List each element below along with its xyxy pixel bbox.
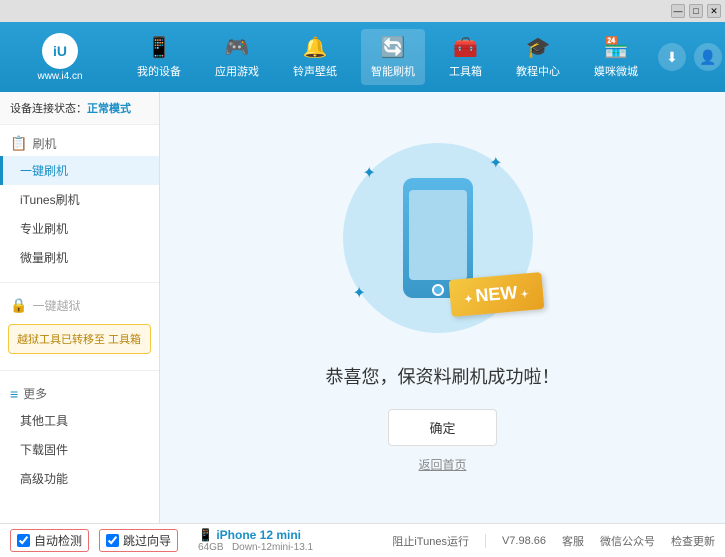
close-btn[interactable]: ✕ [707, 4, 721, 18]
app-game-icon: 🎮 [225, 35, 250, 60]
sidebar-item-download-firmware[interactable]: 下载固件 [0, 435, 159, 464]
sidebar-item-pro-flash[interactable]: 专业刷机 [0, 214, 159, 243]
tutorial-label: 教程中心 [516, 63, 560, 79]
download-icon-btn[interactable]: ⬇ [658, 43, 686, 71]
sidebar-item-other-tools[interactable]: 其他工具 [0, 406, 159, 435]
success-text: 恭喜您，保资料刷机成功啦！ [326, 363, 560, 389]
device-version: Down-12mini-13.1 [232, 542, 313, 553]
flash-section-icon: 📋 [10, 135, 27, 152]
nav-app-game[interactable]: 🎮 应用游戏 [205, 29, 269, 85]
nav-items: 📱 我的设备 🎮 应用游戏 🔔 铃声壁纸 🔄 智能刷机 🧰 工具箱 🎓 教程中心… [120, 29, 655, 85]
app-game-label: 应用游戏 [215, 63, 259, 79]
flash-section-label: 刷机 [32, 135, 56, 152]
sidebar-divider-2 [0, 370, 159, 371]
auto-detect-checkbox[interactable]: 自动检测 [10, 529, 89, 552]
ringtone-label: 铃声壁纸 [293, 63, 337, 79]
smart-flash-icon: 🔄 [381, 35, 406, 60]
nav-right: ⬇ 👤 [655, 43, 725, 71]
sidebar-divider-1 [0, 282, 159, 283]
maximize-btn[interactable]: □ [689, 4, 703, 18]
device-name-text: iPhone 12 mini [216, 528, 301, 542]
flash-section: 📋 刷机 一键刷机 iTunes刷机 专业刷机 微量刷机 [0, 125, 159, 278]
circle-bg: ✦ ✦ ✦ NEW [343, 143, 533, 333]
bottom-divider [485, 534, 486, 548]
nav-ringtone[interactable]: 🔔 铃声壁纸 [283, 29, 347, 85]
jailbreak-alert-text: 越狱工具已转移至 工具箱 [17, 334, 141, 346]
phone-screen [409, 190, 467, 280]
nav-momei[interactable]: 🏪 嫫咪微城 [584, 29, 648, 85]
skip-wizard-checkbox[interactable]: 跳过向导 [99, 529, 178, 552]
more-section: ≡ 更多 其他工具 下载固件 高级功能 [0, 375, 159, 499]
skip-wizard-label: 跳过向导 [123, 532, 171, 549]
content-area: ✦ ✦ ✦ NEW 恭喜您，保资料刷机成功啦！ 确定 返回首页 [160, 92, 725, 523]
toolbox-icon: 🧰 [453, 35, 478, 60]
status-bar: 设备连接状态：正常模式 [0, 92, 159, 125]
bottom-bar: 自动检测 跳过向导 📱 iPhone 12 mini 64GB Down-12m… [0, 523, 725, 557]
stop-itunes-label[interactable]: 阻止iTunes运行 [392, 533, 469, 549]
auto-detect-label: 自动检测 [34, 532, 82, 549]
minimize-btn[interactable]: — [671, 4, 685, 18]
device-info: 📱 iPhone 12 mini 64GB Down-12mini-13.1 [198, 528, 313, 553]
jailbreak-header: 🔒 一键越狱 [0, 293, 159, 318]
sparkle-icon-1: ✦ [363, 163, 376, 183]
check-update-link[interactable]: 检查更新 [671, 533, 715, 549]
toolbox-label: 工具箱 [449, 63, 482, 79]
my-device-label: 我的设备 [137, 63, 181, 79]
status-value: 正常模式 [87, 103, 131, 115]
flash-section-header: 📋 刷机 [0, 131, 159, 156]
sparkle-icon-3: ✦ [353, 283, 366, 303]
title-bar: — □ ✕ [0, 0, 725, 22]
logo-url: www.i4.cn [37, 71, 82, 82]
wechat-public-link[interactable]: 微信公众号 [600, 533, 655, 549]
status-label: 设备连接状态： [10, 103, 87, 115]
more-section-icon: ≡ [10, 386, 18, 402]
phone-illustration: ✦ ✦ ✦ NEW [343, 143, 543, 343]
top-nav: iU www.i4.cn 📱 我的设备 🎮 应用游戏 🔔 铃声壁纸 🔄 智能刷机… [0, 22, 725, 92]
device-storage: 64GB [198, 542, 224, 553]
momei-icon: 🏪 [604, 35, 629, 60]
logo-area: iU www.i4.cn [0, 25, 120, 90]
jailbreak-label: 一键越狱 [32, 297, 80, 314]
skip-wizard-input[interactable] [106, 534, 119, 547]
bottom-left: 自动检测 跳过向导 📱 iPhone 12 mini 64GB Down-12m… [10, 528, 392, 553]
more-section-label: 更多 [23, 385, 47, 402]
version-text: V7.98.66 [502, 535, 546, 547]
jailbreak-lock-icon: 🔒 [10, 297, 27, 314]
phone-home-btn [432, 284, 444, 296]
device-phone-icon: 📱 [198, 528, 213, 542]
my-device-icon: 📱 [147, 35, 172, 60]
back-link[interactable]: 返回首页 [418, 456, 466, 473]
sidebar-item-advanced[interactable]: 高级功能 [0, 464, 159, 493]
tutorial-icon: 🎓 [526, 35, 551, 60]
sparkle-icon-2: ✦ [489, 153, 502, 173]
auto-detect-input[interactable] [17, 534, 30, 547]
nav-toolbox[interactable]: 🧰 工具箱 [439, 29, 492, 85]
new-badge: NEW [448, 272, 544, 317]
nav-smart-flash[interactable]: 🔄 智能刷机 [361, 29, 425, 85]
jailbreak-alert: 越狱工具已转移至 工具箱 [8, 324, 151, 354]
main-area: 设备连接状态：正常模式 📋 刷机 一键刷机 iTunes刷机 专业刷机 微量刷机… [0, 92, 725, 523]
sidebar-item-itunes-flash[interactable]: iTunes刷机 [0, 185, 159, 214]
jailbreak-section: 🔒 一键越狱 越狱工具已转移至 工具箱 [0, 287, 159, 366]
logo-icon: iU [42, 33, 78, 69]
device-detail: 64GB Down-12mini-13.1 [198, 542, 313, 553]
device-name: 📱 iPhone 12 mini [198, 528, 313, 542]
sidebar-item-one-click-flash[interactable]: 一键刷机 [0, 156, 159, 185]
user-icon-btn[interactable]: 👤 [694, 43, 722, 71]
confirm-button[interactable]: 确定 [388, 409, 496, 446]
momei-label: 嫫咪微城 [594, 63, 638, 79]
sidebar-item-micro-flash[interactable]: 微量刷机 [0, 243, 159, 272]
ringtone-icon: 🔔 [303, 35, 328, 60]
sidebar: 设备连接状态：正常模式 📋 刷机 一键刷机 iTunes刷机 专业刷机 微量刷机… [0, 92, 160, 523]
bottom-right: 阻止iTunes运行 V7.98.66 客服 微信公众号 检查更新 [392, 533, 715, 549]
customer-service-link[interactable]: 客服 [562, 533, 584, 549]
nav-my-device[interactable]: 📱 我的设备 [127, 29, 191, 85]
more-section-header: ≡ 更多 [0, 381, 159, 406]
nav-tutorial[interactable]: 🎓 教程中心 [506, 29, 570, 85]
smart-flash-label: 智能刷机 [371, 63, 415, 79]
